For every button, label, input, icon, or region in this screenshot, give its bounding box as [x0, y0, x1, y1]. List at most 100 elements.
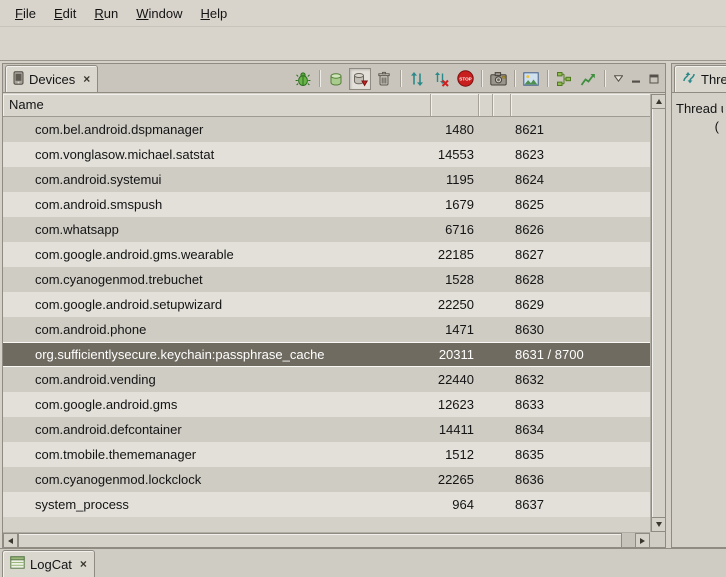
- capture-view-icon[interactable]: [520, 68, 542, 90]
- process-port-cell: 8635: [511, 447, 650, 462]
- menu-edit[interactable]: Edit: [45, 3, 85, 24]
- table-row[interactable]: com.android.defcontainer 14411 8634: [3, 417, 650, 442]
- stop-process-icon[interactable]: STOP: [454, 68, 476, 90]
- tab-threads[interactable]: Threads: [674, 65, 726, 92]
- main-toolbar: [0, 27, 726, 61]
- table-row[interactable]: com.bel.android.dspmanager 1480 8621: [3, 117, 650, 142]
- scroll-up-button[interactable]: [651, 94, 666, 109]
- process-name-cell: com.google.android.gms.wearable: [3, 247, 431, 262]
- toolbar-separator: [319, 70, 320, 87]
- process-name-cell: com.android.phone: [3, 322, 431, 337]
- process-name-cell: org.sufficientlysecure.keychain:passphra…: [3, 347, 431, 362]
- tab-devices-label: Devices: [29, 72, 75, 87]
- table-row[interactable]: com.whatsapp 6716 8626: [3, 217, 650, 242]
- table-row[interactable]: com.android.vending 22440 8632: [3, 367, 650, 392]
- toolbar-separator: [547, 70, 548, 87]
- logcat-icon: [10, 556, 25, 572]
- process-port-cell: 8624: [511, 172, 650, 187]
- process-name-cell: com.vonglasow.michael.satstat: [3, 147, 431, 162]
- threads-panel: Threads Thread up (: [671, 63, 726, 548]
- table-row[interactable]: com.android.smspush 1679 8625: [3, 192, 650, 217]
- device-table-body: com.bel.android.dspmanager 1480 8621 com…: [3, 117, 650, 532]
- update-heap-icon[interactable]: [325, 68, 347, 90]
- process-port-cell: 8625: [511, 197, 650, 212]
- column-header-c3[interactable]: [479, 94, 493, 116]
- process-pid-cell: 12623: [431, 397, 479, 412]
- scrollbar-corner: [650, 532, 665, 547]
- process-pid-cell: 1528: [431, 272, 479, 287]
- column-header-port[interactable]: [511, 94, 650, 116]
- process-name-cell: com.google.android.setupwizard: [3, 297, 431, 312]
- process-pid-cell: 20311: [431, 347, 479, 362]
- process-pid-cell: 1512: [431, 447, 479, 462]
- table-row[interactable]: com.vonglasow.michael.satstat 14553 8623: [3, 142, 650, 167]
- toolbar-separator: [400, 70, 401, 87]
- process-name-cell: com.android.smspush: [3, 197, 431, 212]
- stop-icon-label: STOP: [459, 76, 471, 81]
- update-threads-icon[interactable]: [406, 68, 428, 90]
- process-name-cell: com.cyanogenmod.trebuchet: [3, 272, 431, 287]
- dump-hprof-icon[interactable]: [349, 68, 371, 90]
- process-port-cell: 8631 / 8700: [511, 347, 650, 362]
- process-port-cell: 8628: [511, 272, 650, 287]
- process-pid-cell: 22250: [431, 297, 479, 312]
- scroll-right-button[interactable]: [635, 533, 650, 548]
- column-header-name[interactable]: Name: [3, 94, 431, 116]
- table-row[interactable]: com.cyanogenmod.lockclock 22265 8636: [3, 467, 650, 492]
- process-pid-cell: 14553: [431, 147, 479, 162]
- view-menu-icon[interactable]: [610, 71, 626, 87]
- process-name-cell: com.android.defcontainer: [3, 422, 431, 437]
- table-row[interactable]: com.tmobile.thememanager 1512 8635: [3, 442, 650, 467]
- scroll-left-button[interactable]: [3, 533, 18, 548]
- table-header: Name: [3, 94, 650, 117]
- menu-file[interactable]: File: [6, 3, 45, 24]
- table-row[interactable]: system_process 964 8637: [3, 492, 650, 517]
- column-header-pid[interactable]: [431, 94, 479, 116]
- vertical-scrollbar-thumb[interactable]: [651, 109, 666, 517]
- process-port-cell: 8634: [511, 422, 650, 437]
- systrace-icon[interactable]: [577, 68, 599, 90]
- close-icon[interactable]: ×: [83, 72, 90, 86]
- menu-run[interactable]: Run: [85, 3, 127, 24]
- toolbar-separator: [481, 70, 482, 87]
- table-row[interactable]: com.android.phone 1471 8630: [3, 317, 650, 342]
- table-row[interactable]: com.cyanogenmod.trebuchet 1528 8628: [3, 267, 650, 292]
- vertical-scrollbar[interactable]: [650, 94, 665, 532]
- process-name-cell: com.android.vending: [3, 372, 431, 387]
- table-row[interactable]: com.android.systemui 1195 8624: [3, 167, 650, 192]
- column-header-c4[interactable]: [493, 94, 511, 116]
- threads-message-line1: Thread up: [676, 100, 723, 118]
- tab-logcat[interactable]: LogCat ×: [2, 550, 95, 577]
- maximize-icon[interactable]: [646, 71, 662, 87]
- table-row[interactable]: com.google.android.setupwizard 22250 862…: [3, 292, 650, 317]
- table-row[interactable]: com.google.android.gms 12623 8633: [3, 392, 650, 417]
- table-row[interactable]: com.google.android.gms.wearable 22185 86…: [3, 242, 650, 267]
- process-port-cell: 8626: [511, 222, 650, 237]
- minimize-icon[interactable]: [628, 71, 644, 87]
- device-icon: [13, 71, 24, 88]
- menu-window[interactable]: Window: [127, 3, 191, 24]
- horizontal-scrollbar-thumb[interactable]: [18, 533, 622, 548]
- menu-help[interactable]: Help: [191, 3, 236, 24]
- stop-method-profiling-icon[interactable]: [430, 68, 452, 90]
- toolbar-separator: [604, 70, 605, 87]
- threads-message: Thread up (: [672, 93, 726, 136]
- scroll-down-button[interactable]: [651, 517, 666, 532]
- close-icon[interactable]: ×: [80, 557, 87, 571]
- table-row[interactable]: org.sufficientlysecure.keychain:passphra…: [3, 342, 650, 367]
- process-port-cell: 8621: [511, 122, 650, 137]
- cause-gc-icon[interactable]: [373, 68, 395, 90]
- process-pid-cell: 14411: [431, 422, 479, 437]
- debug-process-icon[interactable]: [292, 68, 314, 90]
- view-hierarchy-icon[interactable]: [553, 68, 575, 90]
- process-port-cell: 8623: [511, 147, 650, 162]
- tab-threads-label: Threads: [701, 72, 726, 87]
- process-pid-cell: 964: [431, 497, 479, 512]
- screen-capture-icon[interactable]: [487, 68, 509, 90]
- threads-tabbar: Threads: [672, 64, 726, 93]
- devices-toolbar: STOP: [292, 66, 662, 91]
- tab-devices[interactable]: Devices ×: [5, 65, 98, 92]
- horizontal-scrollbar[interactable]: [3, 532, 650, 547]
- process-pid-cell: 22440: [431, 372, 479, 387]
- device-table: Name com.bel.android.dspmanager 1480 862…: [3, 94, 665, 547]
